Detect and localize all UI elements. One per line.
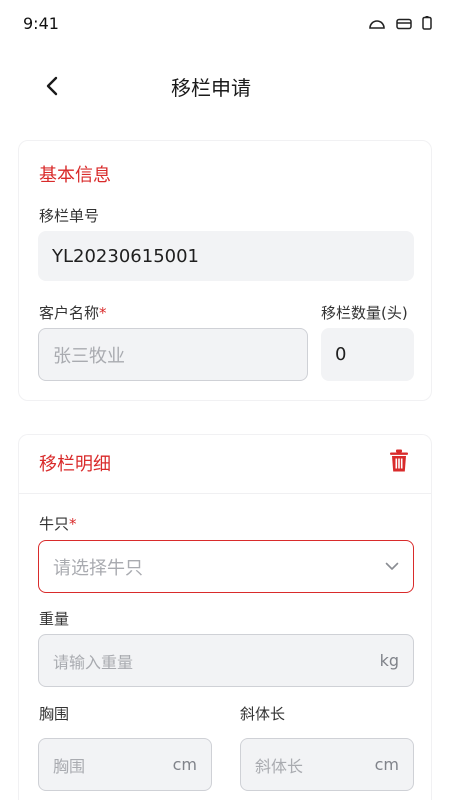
status-time: 9:41 (23, 14, 59, 33)
chevron-down-icon (385, 562, 399, 570)
wifi-icon (396, 15, 412, 34)
body-length-input[interactable]: 斜体长 cm (240, 738, 414, 791)
chest-placeholder: 胸围 (53, 756, 86, 776)
basic-info-title: 基本信息 (39, 165, 111, 186)
weight-unit: kg (379, 651, 399, 670)
body-length-placeholder: 斜体长 (255, 756, 304, 776)
cattle-placeholder: 请选择牛只 (53, 557, 143, 579)
order-no-field: YL20230615001 (38, 231, 414, 281)
order-no-label: 移栏单号 (39, 207, 100, 225)
order-no-value: YL20230615001 (52, 245, 199, 267)
chest-input[interactable]: 胸围 cm (38, 738, 212, 791)
detail-card: 移栏明细 牛只* 请选择牛只 重量 请输入重量 kg 胸围 胸围 cm 斜体长 … (18, 434, 432, 800)
weight-label: 重量 (39, 610, 70, 628)
chest-unit: cm (172, 755, 197, 774)
body-length-label: 斜体长 (240, 705, 286, 723)
delete-button[interactable] (389, 449, 413, 475)
customer-placeholder: 张三牧业 (53, 345, 125, 367)
trash-icon (390, 449, 408, 472)
customer-label: 客户名称* (39, 302, 107, 323)
customer-label-text: 客户名称 (39, 304, 100, 322)
cattle-label: 牛只* (39, 513, 77, 534)
required-mark: * (69, 515, 77, 533)
cattle-select[interactable]: 请选择牛只 (38, 540, 414, 593)
cattle-label-text: 牛只 (39, 515, 70, 533)
quantity-label: 移栏数量(头) (321, 304, 408, 322)
customer-input[interactable]: 张三牧业 (38, 328, 308, 381)
weight-placeholder: 请输入重量 (53, 652, 134, 672)
page-title: 移栏申请 (171, 76, 251, 100)
status-bar: 9:41 (0, 0, 450, 48)
section-divider (19, 493, 431, 494)
battery-icon (422, 15, 432, 34)
required-mark: * (99, 304, 107, 322)
body-length-unit: cm (374, 755, 399, 774)
basic-info-card: 基本信息 移栏单号 YL20230615001 客户名称* 张三牧业 移栏数量(… (18, 140, 432, 401)
chest-label: 胸围 (39, 705, 70, 723)
quantity-value: 0 (335, 344, 347, 365)
quantity-input[interactable]: 0 (321, 328, 414, 381)
status-icons (368, 15, 432, 34)
nav-bar: 移栏申请 (0, 60, 450, 112)
signal-icon (368, 15, 386, 34)
weight-input[interactable]: 请输入重量 kg (38, 634, 414, 687)
detail-title: 移栏明细 (39, 454, 111, 475)
